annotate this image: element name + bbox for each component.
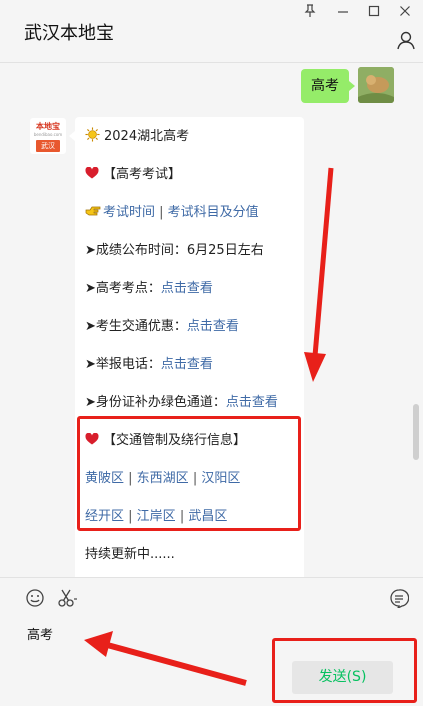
minimize-icon[interactable]: [333, 4, 353, 20]
report-label: ➤举报电话：: [85, 357, 161, 372]
transport-label: ➤考生交通优惠：: [85, 319, 187, 334]
message-line-idcard: ➤身份证补办绿色通道：点击查看: [85, 391, 278, 410]
traffic-highlight-box: [77, 416, 301, 531]
message-line-transport: ➤考生交通优惠：点击查看: [85, 315, 239, 334]
idcard-label: ➤身份证补办绿色通道：: [85, 395, 226, 410]
send-button[interactable]: 发送(S): [292, 661, 393, 694]
bot-avatar[interactable]: 本地宝 bendibao.com 武汉: [30, 118, 66, 154]
updating-text: 持续更新中......: [85, 547, 175, 562]
message-line-exam: 【高考考试】: [85, 163, 181, 182]
window-title: 武汉本地宝: [24, 23, 114, 44]
exam-heading: 【高考考试】: [103, 167, 182, 182]
arrow-left: [84, 631, 247, 686]
idcard-link[interactable]: 点击查看: [226, 395, 278, 410]
message-line-title: 2024湖北高考: [85, 125, 189, 144]
emoji-icon[interactable]: [25, 588, 45, 608]
pointing-hand-icon: [85, 206, 101, 216]
message-line-venue: ➤高考考点：点击查看: [85, 277, 213, 296]
message-input[interactable]: 高考: [27, 624, 53, 643]
bot-avatar-brand: 本地宝: [36, 122, 60, 131]
chat-area[interactable]: 高考 本地宝 bendibao.com 武汉 2024湖北高考 【高考考试】 考…: [0, 63, 423, 577]
sun-icon: [85, 127, 100, 142]
my-message-bubble[interactable]: 高考: [301, 69, 355, 103]
chat-scrollbar[interactable]: [413, 404, 419, 460]
input-toolbar: [0, 578, 423, 618]
my-avatar[interactable]: [358, 67, 394, 103]
bot-avatar-city: 武汉: [36, 140, 60, 152]
exam-subjects-link[interactable]: 考试科目及分值: [168, 205, 259, 220]
maximize-icon[interactable]: [364, 4, 384, 20]
venue-label: ➤高考考点：: [85, 281, 161, 296]
venue-link[interactable]: 点击查看: [161, 281, 213, 296]
message-line-links: 考试时间 | 考试科目及分值: [85, 201, 259, 220]
report-link[interactable]: 点击查看: [161, 357, 213, 372]
title-bar: 武汉本地宝: [0, 0, 423, 62]
message-line-report: ➤举报电话：点击查看: [85, 353, 213, 372]
scissors-icon[interactable]: [57, 588, 77, 608]
transport-link[interactable]: 点击查看: [187, 319, 239, 334]
close-icon[interactable]: [395, 4, 415, 20]
bot-avatar-sub: bendibao.com: [33, 132, 63, 137]
exam-time-link[interactable]: 考试时间: [103, 205, 155, 220]
person-icon[interactable]: [396, 30, 416, 50]
score-release-text: ➤成绩公布时间：6月25日左右: [85, 243, 264, 258]
chat-history-icon[interactable]: [389, 588, 410, 610]
heart-icon: [85, 167, 99, 179]
message-title-text: 2024湖北高考: [104, 129, 190, 144]
pin-icon[interactable]: [300, 4, 320, 20]
